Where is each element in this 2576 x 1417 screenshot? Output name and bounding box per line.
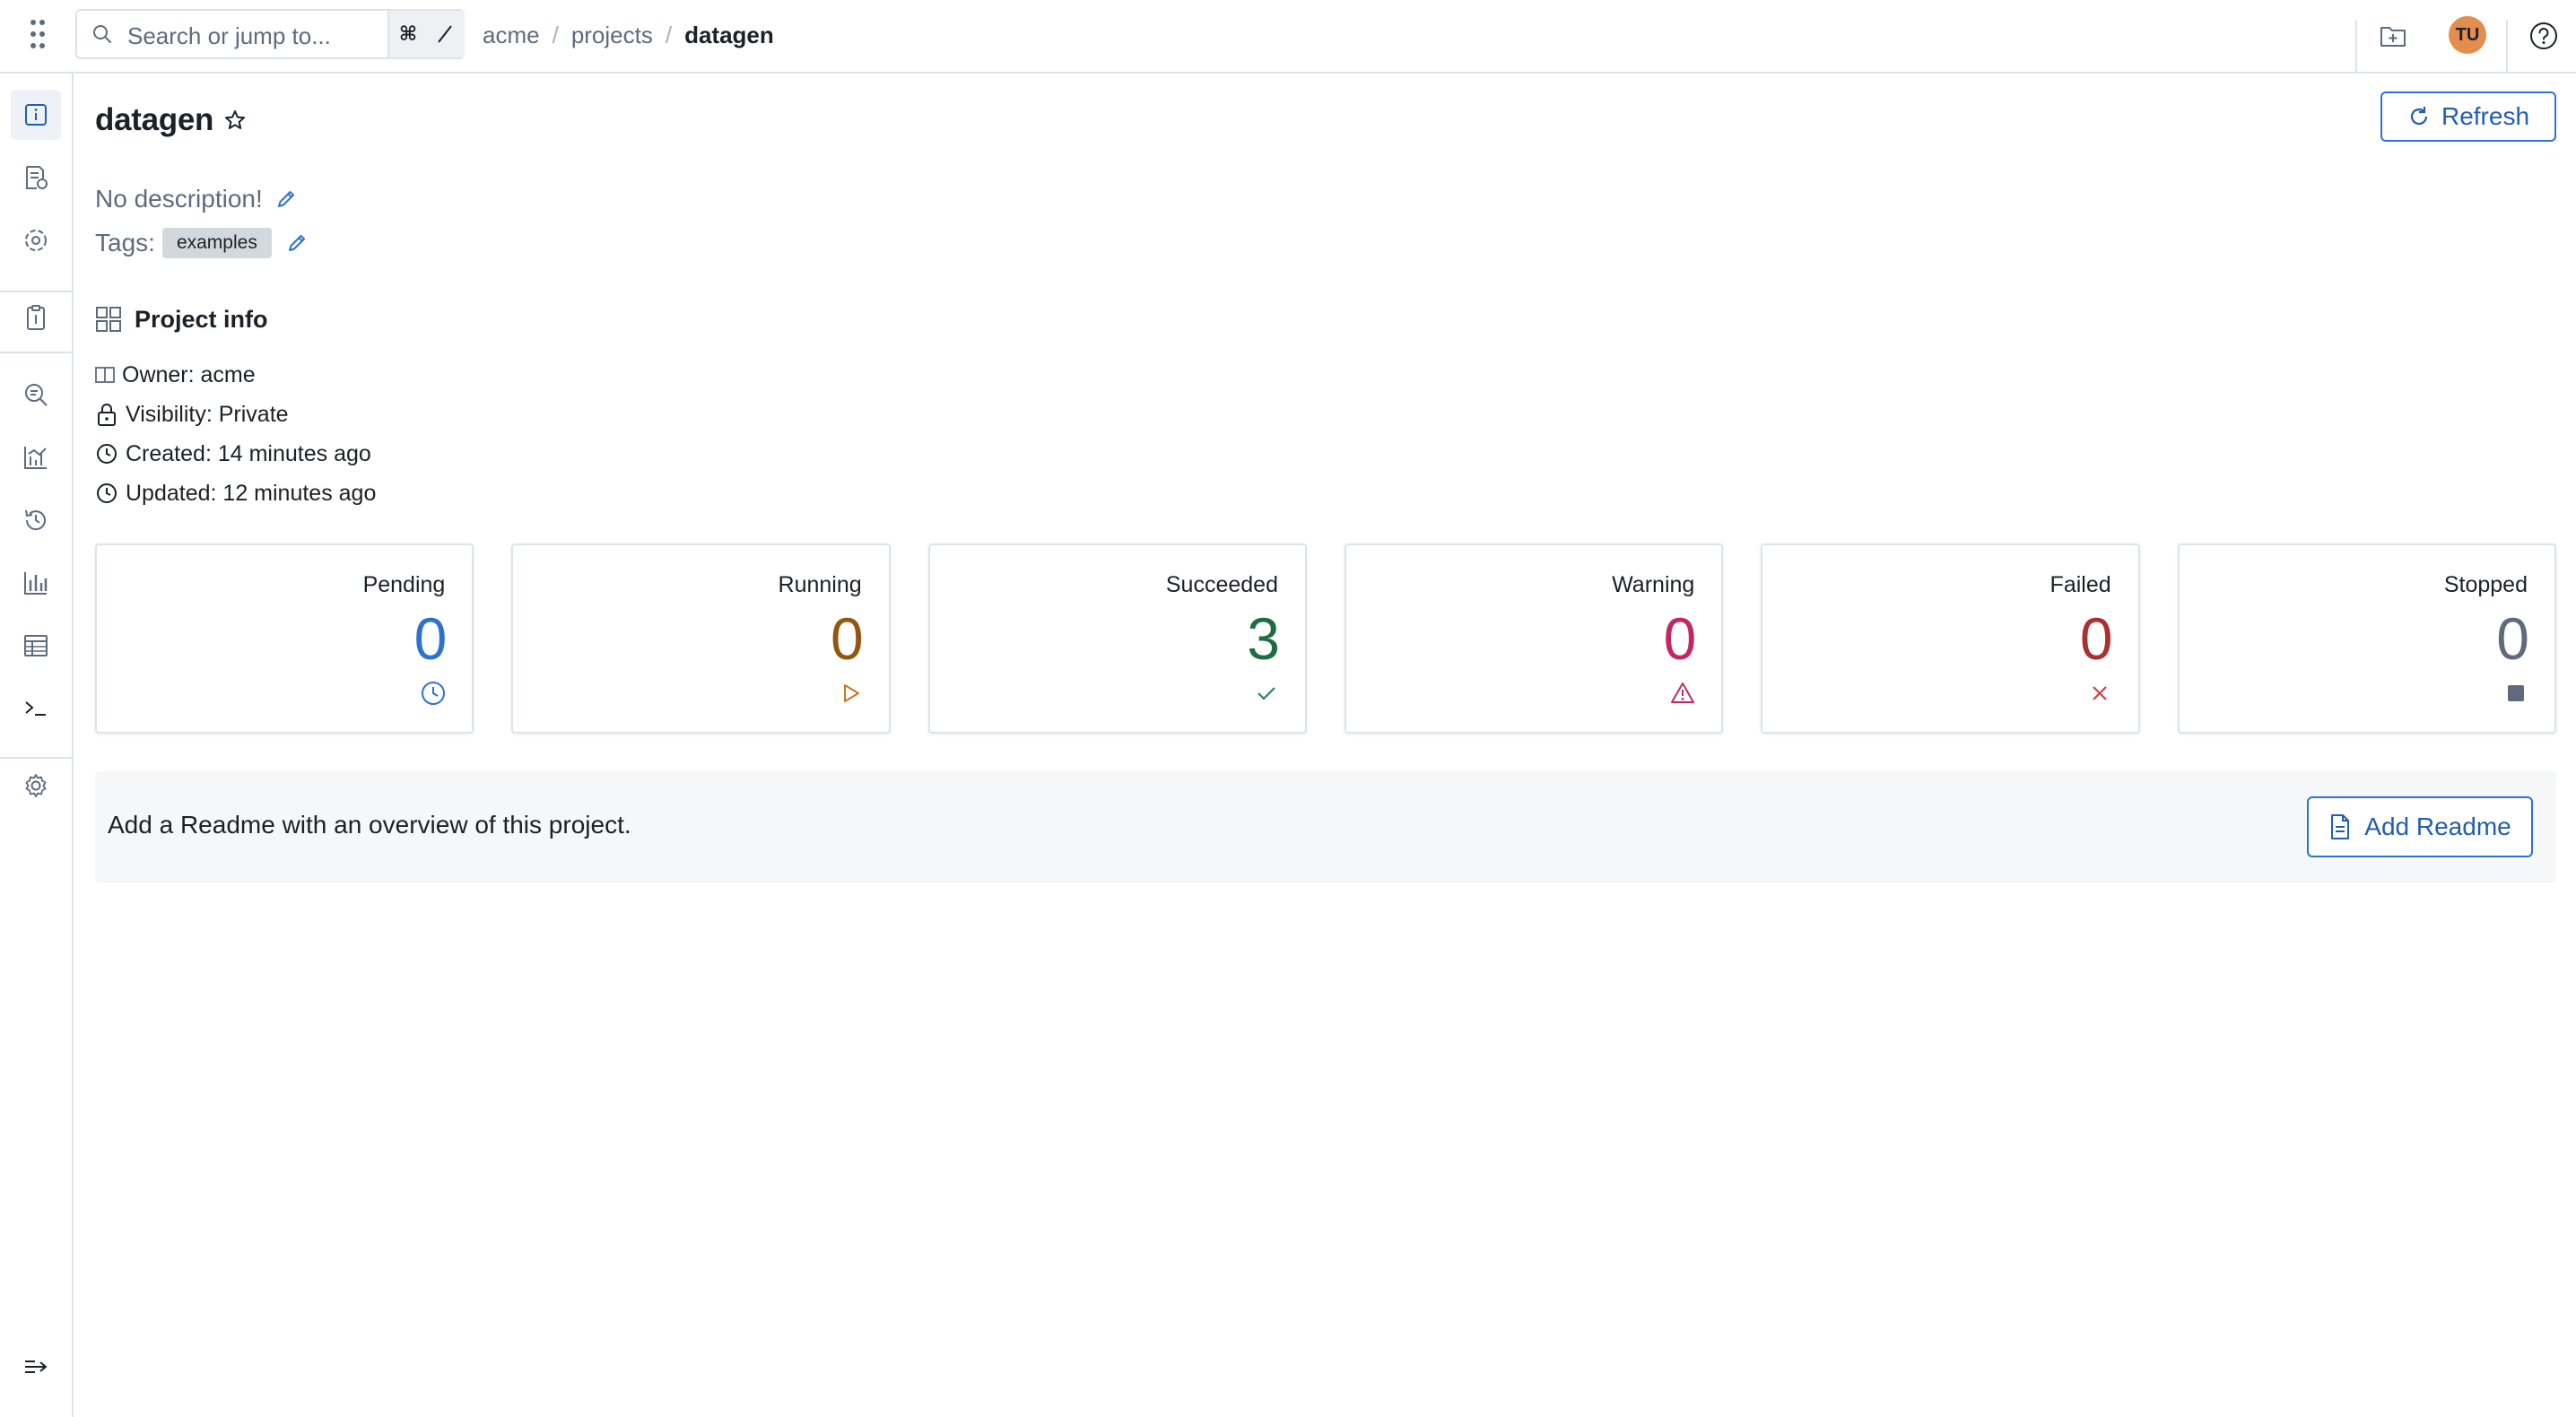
updated-text: Updated: 12 minutes ago — [126, 480, 377, 506]
status-cards: Pending 0 Running 0 Succeeded 3 Warning … — [95, 543, 2556, 734]
readme-callout: Add a Readme with an overview of this pr… — [95, 771, 2556, 882]
slash-key-glyph — [438, 25, 452, 43]
project-info-title: Project info — [135, 305, 268, 333]
lock-icon — [95, 402, 118, 427]
grid-layout-icon — [95, 306, 122, 333]
nav-dashboard-icon[interactable] — [11, 432, 61, 482]
nav-info-icon[interactable] — [11, 90, 61, 140]
breadcrumb-datagen[interactable]: datagen — [684, 22, 774, 49]
new-project-folder-icon[interactable] — [2377, 20, 2409, 52]
check-icon — [1253, 680, 1280, 707]
nav-settings-icon[interactable] — [11, 761, 61, 811]
nav-terminal-icon[interactable] — [11, 683, 61, 734]
owner-text: Owner: acme — [122, 361, 256, 387]
status-card-stopped[interactable]: Stopped 0 — [2177, 543, 2556, 734]
readme-prompt-text: Add a Readme with an overview of this pr… — [108, 811, 631, 839]
breadcrumb-separator: / — [552, 21, 559, 48]
status-count: 0 — [413, 605, 448, 672]
created-line: Created: 14 minutes ago — [95, 434, 376, 474]
add-readme-button[interactable]: Add Readme — [2307, 796, 2533, 857]
visibility-line: Visibility: Private — [95, 395, 376, 434]
owner-line: Owner: acme — [95, 355, 376, 395]
refresh-icon — [2407, 105, 2431, 128]
breadcrumb-separator: / — [665, 21, 673, 48]
search-box[interactable]: ⌘ / — [75, 9, 465, 59]
nav-divider — [0, 757, 72, 759]
top-bar: ⌘ / acme / projects / datagen TU — [0, 0, 2576, 74]
nav-bar-chart-icon[interactable] — [11, 558, 61, 608]
visibility-text: Visibility: Private — [126, 401, 289, 427]
document-icon — [2328, 813, 2352, 840]
nav-table-icon[interactable] — [11, 621, 61, 671]
refresh-button[interactable]: Refresh — [2380, 91, 2556, 142]
status-label: Stopped — [2443, 572, 2528, 597]
divider — [2355, 20, 2357, 74]
tags-label: Tags: — [95, 229, 155, 256]
project-info-header: Project info — [95, 301, 268, 337]
edit-tags-pencil-icon[interactable] — [286, 232, 308, 254]
description-row: No description! — [95, 183, 297, 215]
star-icon[interactable] — [224, 109, 246, 131]
nav-history-icon[interactable] — [11, 495, 61, 545]
tag-chip[interactable]: examples — [161, 228, 272, 258]
status-label: Failed — [2049, 572, 2111, 597]
status-count: 0 — [2079, 605, 2113, 672]
play-icon — [837, 680, 864, 707]
project-description: No description! — [95, 185, 263, 213]
status-card-succeeded[interactable]: Succeeded 3 — [927, 543, 1307, 734]
warning-icon — [1669, 680, 1696, 707]
clock-icon — [95, 482, 118, 505]
help-icon[interactable] — [2528, 20, 2560, 52]
nav-runs-icon[interactable] — [11, 152, 61, 203]
search-shortcut-hint: ⌘ / — [387, 11, 465, 57]
tags-row: Tags: examples — [95, 226, 308, 260]
owner-book-icon — [95, 365, 115, 385]
project-info-list: Owner: acme Visibility: Private Created:… — [95, 355, 376, 513]
breadcrumb-projects[interactable]: projects — [571, 22, 653, 49]
search-icon — [91, 23, 113, 45]
app-menu-grid-icon[interactable] — [20, 16, 56, 52]
status-label: Succeeded — [1165, 572, 1278, 597]
user-avatar[interactable]: TU — [2449, 16, 2486, 54]
status-card-warning[interactable]: Warning 0 — [1344, 543, 1724, 734]
refresh-label: Refresh — [2441, 102, 2530, 130]
divider — [2506, 20, 2508, 74]
title-row: datagen — [95, 100, 246, 140]
edit-description-pencil-icon[interactable] — [275, 188, 297, 210]
status-card-failed[interactable]: Failed 0 — [1761, 543, 2140, 734]
status-count: 0 — [1663, 605, 1697, 672]
status-count: 3 — [1247, 605, 1280, 672]
status-card-running[interactable]: Running 0 — [511, 543, 891, 734]
status-label: Warning — [1612, 572, 1695, 597]
nav-divider — [0, 352, 72, 353]
status-label: Running — [778, 572, 862, 597]
command-key: ⌘ — [398, 22, 418, 45]
stop-icon — [2502, 680, 2529, 707]
updated-line: Updated: 12 minutes ago — [95, 474, 376, 513]
page-title: datagen — [95, 102, 214, 137]
clock-icon — [95, 442, 118, 465]
status-card-pending[interactable]: Pending 0 — [95, 543, 474, 734]
side-nav — [0, 74, 74, 1417]
clock-icon — [420, 680, 447, 707]
cross-icon — [2086, 680, 2113, 707]
created-text: Created: 14 minutes ago — [126, 440, 371, 466]
nav-collapse-icon[interactable] — [11, 1342, 61, 1392]
status-label: Pending — [362, 572, 446, 597]
nav-clipboard-icon[interactable] — [11, 292, 61, 343]
status-count: 0 — [830, 605, 864, 672]
breadcrumb-acme[interactable]: acme — [483, 22, 540, 49]
nav-components-icon[interactable] — [11, 215, 61, 265]
add-readme-label: Add Readme — [2364, 813, 2511, 840]
breadcrumb: acme / projects / datagen — [483, 20, 774, 50]
nav-search-icon[interactable] — [11, 369, 61, 420]
status-count: 0 — [2496, 605, 2529, 672]
